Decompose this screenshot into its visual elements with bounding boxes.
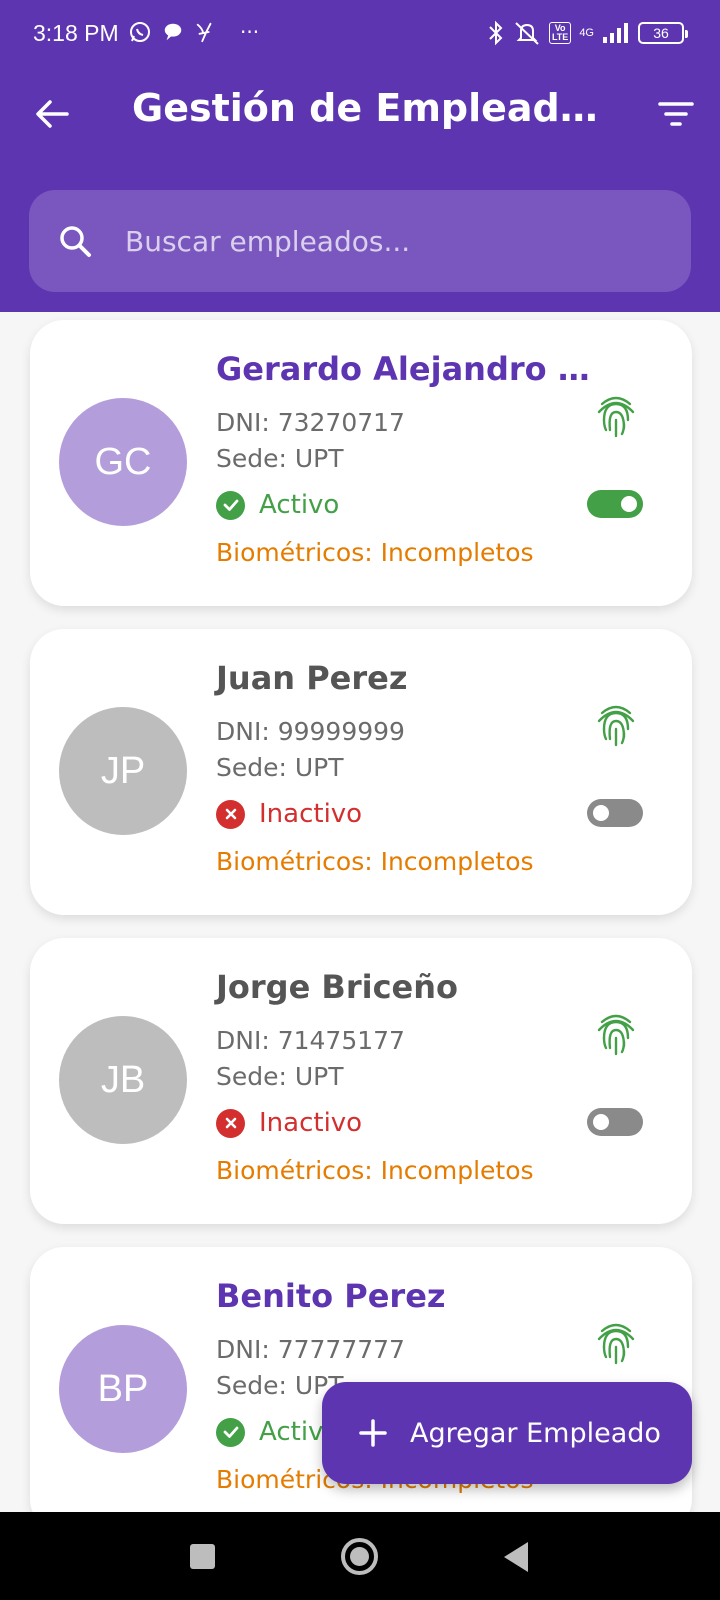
employee-name: Jorge Briceño [216,968,458,1006]
status-row: Activo [216,490,339,520]
fingerprint-icon[interactable] [594,699,638,749]
active-toggle[interactable] [587,799,643,827]
employee-sede: Sede: UPT [216,444,344,473]
employee-sede: Sede: UPT [216,753,344,782]
status-label: Activo [259,490,340,520]
fingerprint-icon[interactable] [594,1317,638,1367]
system-nav-bar [0,1512,720,1600]
chat-bubble-icon [164,23,182,41]
nav-back-button[interactable] [504,1542,528,1572]
more-dots-icon: ··· [240,20,260,44]
battery-icon: 36 [638,22,688,44]
employee-sede: Sede: UPT [216,1062,344,1091]
employee-name: Benito Perez [216,1277,446,1315]
employee-card[interactable]: JP Juan Perez DNI: 99999999 Sede: UPT In… [30,629,692,915]
add-employee-button[interactable]: Agregar Empleado [322,1382,692,1484]
network-type: 4G [579,26,594,39]
active-toggle[interactable] [587,490,643,518]
add-employee-label: Agregar Empleado [410,1417,661,1449]
search-icon [55,221,95,261]
employee-dni: DNI: 99999999 [216,717,405,746]
error-circle-icon [216,799,245,829]
employee-name: Gerardo Alejandro … [216,350,590,388]
toggle-knob [593,805,609,821]
biometrics-status: Biométricos: Incompletos [216,1156,534,1185]
biometrics-status: Biométricos: Incompletos [216,847,534,876]
whatsapp-icon [130,22,150,42]
employee-card[interactable]: JB Jorge Briceño DNI: 71475177 Sede: UPT… [30,938,692,1224]
toggle-knob [621,496,637,512]
notification-icons: ··· [128,20,259,44]
employee-name: Juan Perez [216,659,408,697]
status-bar: 3:18 PM ··· Vo LTE 4G 36 [0,0,720,72]
toggle-knob [593,1114,609,1130]
biometrics-status: Biométricos: Incompletos [216,538,534,567]
search-input[interactable] [125,224,625,258]
search-bar[interactable] [29,190,691,292]
check-circle-icon [216,1417,245,1447]
active-toggle[interactable] [587,1108,643,1136]
check-circle-icon [216,490,245,520]
fingerprint-icon[interactable] [594,390,638,440]
employee-dni: DNI: 77777777 [216,1335,405,1364]
employee-dni: DNI: 71475177 [216,1026,405,1055]
plus-icon [359,1419,387,1447]
signal-icon [603,23,628,43]
employee-list[interactable]: GC Gerardo Alejandro … DNI: 73270717 Sed… [0,312,720,1512]
status-row: Inactivo [216,1108,362,1138]
arrow-left-icon [36,100,69,128]
avatar: JP [59,707,187,835]
avatar: BP [59,1325,187,1453]
employee-card[interactable]: GC Gerardo Alejandro … DNI: 73270717 Sed… [30,320,692,606]
filter-button[interactable] [652,92,700,136]
system-icons: Vo LTE 4G 36 [487,20,688,46]
status-row: Activo [216,1417,339,1447]
error-circle-icon [216,1108,245,1138]
status-time: 3:18 PM [33,20,119,46]
employee-dni: DNI: 73270717 [216,408,405,437]
filter-icon [658,102,694,126]
bluetooth-icon [489,20,503,46]
status-row: Inactivo [216,799,362,829]
page-title: Gestión de Emplead… [132,86,598,130]
avatar: GC [59,398,187,526]
recent-apps-button[interactable] [190,1544,215,1569]
mute-icon [515,22,539,45]
y-app-icon [196,22,212,43]
back-button[interactable] [30,92,74,136]
home-button[interactable] [341,1538,378,1575]
status-label: Inactivo [259,1108,363,1138]
app-header: 3:18 PM ··· Vo LTE 4G 36 Gestión de Emple… [0,0,720,312]
fingerprint-icon[interactable] [594,1008,638,1058]
volte-badge: Vo LTE [548,22,572,44]
status-label: Inactivo [259,799,363,829]
avatar: JB [59,1016,187,1144]
